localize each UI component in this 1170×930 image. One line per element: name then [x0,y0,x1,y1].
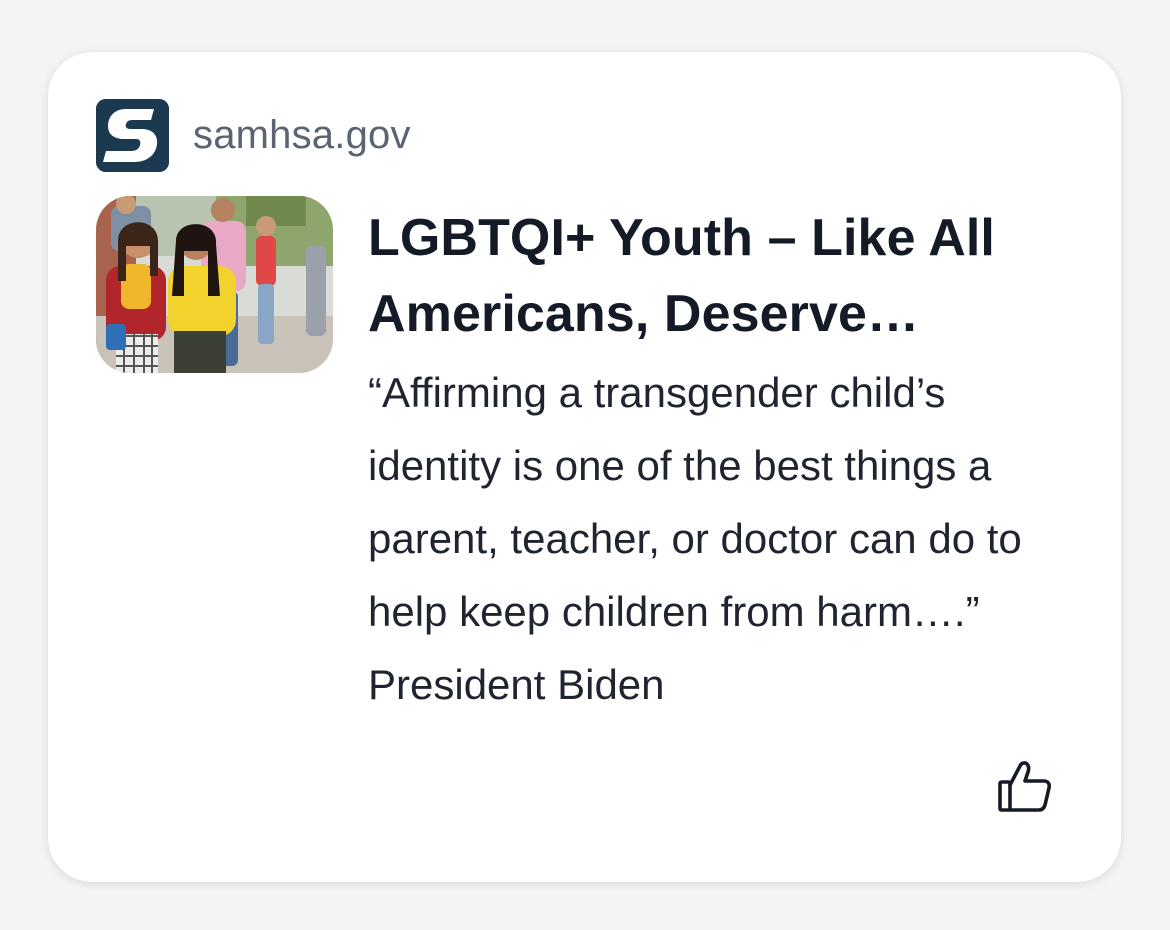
samhsa-logo-icon [96,99,169,172]
thumbs-up-icon [996,758,1054,821]
like-button[interactable] [992,756,1058,822]
link-preview-card[interactable]: samhsa.gov LGBTQI+ Youth – Like All Amer… [48,52,1121,882]
source-domain[interactable]: samhsa.gov [193,113,411,158]
article-description: “Affirming a transgender child’s identit… [368,369,1022,708]
source-row: samhsa.gov [96,99,411,172]
article-thumbnail[interactable] [96,196,333,373]
article-title[interactable]: LGBTQI+ Youth – Like All Americans, Dese… [368,200,1068,352]
